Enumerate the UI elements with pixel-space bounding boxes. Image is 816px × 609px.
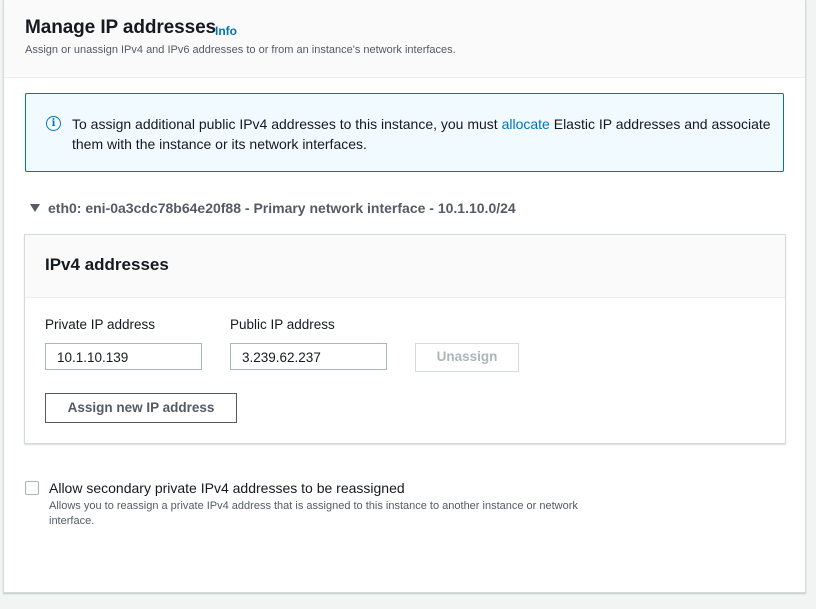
allow-reassign-description: Allows you to reassign a private IPv4 ad… [49, 500, 578, 527]
manage-ip-panel: Manage IP addresses Info Assign or unass… [3, 0, 806, 593]
info-circle-icon: i [46, 116, 61, 131]
page-title: Manage IP addresses [25, 17, 217, 38]
private-ip-input[interactable]: 10.1.10.139 [45, 343, 202, 370]
info-alert: i To assign additional public IPv4 addre… [25, 93, 784, 172]
assign-new-ip-button[interactable]: Assign new IP address [45, 393, 237, 423]
private-ip-label: Private IP address [45, 317, 156, 332]
alert-message: To assign additional public IPv4 address… [72, 114, 772, 154]
ipv4-addresses-container: IPv4 addresses Private IP address Public… [24, 234, 786, 444]
public-ip-label: Public IP address [230, 317, 335, 332]
info-link[interactable]: Info [215, 24, 237, 38]
allow-reassign-checkbox[interactable] [25, 481, 39, 495]
page-subtitle: Assign or unassign IPv4 and IPv6 address… [25, 44, 456, 56]
panel-header: Manage IP addresses Info Assign or unass… [4, 0, 805, 78]
ipv4-header: IPv4 addresses [25, 235, 785, 298]
network-interface-toggle[interactable]: eth0: eni-0a3cdc78b64e20f88 - Primary ne… [30, 200, 516, 216]
allocate-link[interactable]: allocate [502, 116, 550, 132]
network-interface-label: eth0: eni-0a3cdc78b64e20f88 - Primary ne… [48, 200, 516, 216]
ipv4-title: IPv4 addresses [45, 255, 169, 274]
caret-down-icon [30, 204, 40, 212]
unassign-button: Unassign [415, 343, 519, 372]
alert-text-before: To assign additional public IPv4 address… [72, 116, 502, 132]
public-ip-field[interactable]: 3.239.62.237 [230, 343, 387, 370]
allow-reassign-label[interactable]: Allow secondary private IPv4 addresses t… [49, 480, 405, 496]
